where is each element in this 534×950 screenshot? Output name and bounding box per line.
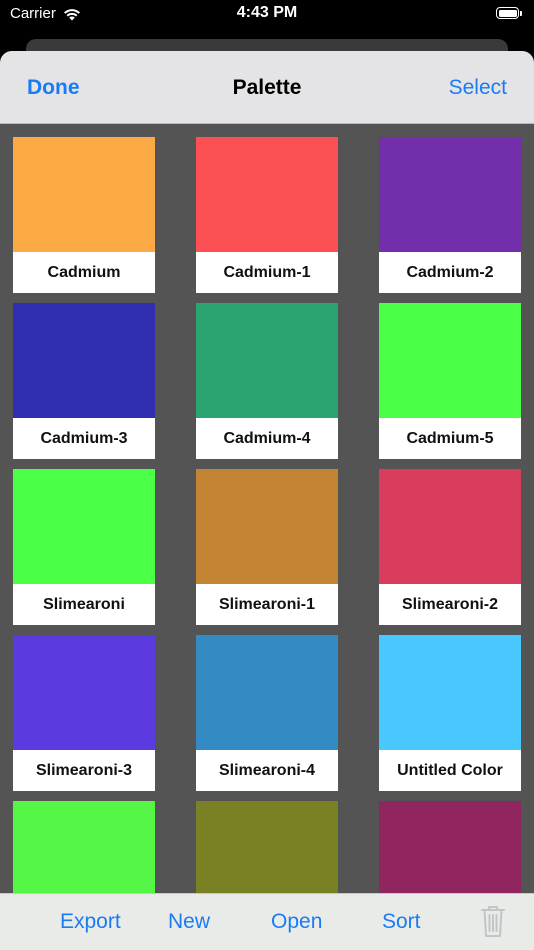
swatch-label: Slimearoni-4 <box>196 750 338 791</box>
trash-icon[interactable] <box>480 904 506 938</box>
swatch-color[interactable] <box>196 137 338 252</box>
status-time: 4:43 PM <box>236 4 298 21</box>
swatch-color[interactable] <box>13 137 155 252</box>
swatch-label: Cadmium-4 <box>196 418 338 459</box>
swatch-item[interactable]: Slimearoni-1 <box>196 469 338 625</box>
swatch-label: Slimearoni-1 <box>196 584 338 625</box>
open-button[interactable]: Open <box>271 910 322 934</box>
swatch-label: Slimearoni <box>13 584 155 625</box>
swatch-color[interactable] <box>13 635 155 750</box>
select-button[interactable]: Select <box>449 76 507 100</box>
swatch-color[interactable] <box>379 137 521 252</box>
swatch-color[interactable] <box>196 635 338 750</box>
status-bar: Carrier 4:43 PM <box>0 0 534 30</box>
swatch-item[interactable]: Cadmium-5 <box>379 303 521 459</box>
swatch-label: Untitled Color <box>379 750 521 791</box>
swatch-color[interactable] <box>13 469 155 584</box>
palette-sheet: Done Palette Select Cadmium Cadmium-1 Cadm… <box>0 51 534 950</box>
sort-button[interactable]: Sort <box>382 910 421 934</box>
export-button[interactable]: Export <box>60 910 121 934</box>
swatch-color[interactable] <box>379 469 521 584</box>
swatch-item[interactable]: Cadmium-2 <box>379 137 521 293</box>
swatch-label: Cadmium-2 <box>379 252 521 293</box>
swatch-label: Cadmium-1 <box>196 252 338 293</box>
swatch-grid: Cadmium Cadmium-1 Cadmium-2 Cadmium-3 Cadmiu… <box>13 137 521 950</box>
swatch-item[interactable]: Slimearoni-4 <box>196 635 338 791</box>
toolbar: Export New Open Sort <box>0 893 534 950</box>
swatch-color[interactable] <box>196 469 338 584</box>
swatch-item[interactable]: Slimearoni-3 <box>13 635 155 791</box>
swatch-label: Slimearoni-3 <box>13 750 155 791</box>
swatch-item[interactable]: Cadmium-4 <box>196 303 338 459</box>
swatch-color[interactable] <box>13 303 155 418</box>
swatch-item[interactable]: Slimearoni <box>13 469 155 625</box>
swatch-color[interactable] <box>379 635 521 750</box>
swatch-label: Slimearoni-2 <box>379 584 521 625</box>
swatch-label: Cadmium-3 <box>13 418 155 459</box>
swatch-item[interactable]: Untitled Color <box>379 635 521 791</box>
swatch-color[interactable] <box>379 303 521 418</box>
swatch-label: Cadmium <box>13 252 155 293</box>
battery-icon <box>496 7 524 21</box>
nav-bar: Done Palette Select <box>0 51 534 124</box>
swatch-item[interactable]: Cadmium <box>13 137 155 293</box>
battery-fill <box>498 9 517 17</box>
swatch-item[interactable]: Slimearoni-2 <box>379 469 521 625</box>
swatch-item[interactable]: Cadmium-1 <box>196 137 338 293</box>
new-button[interactable]: New <box>168 910 210 934</box>
swatch-label: Cadmium-5 <box>379 418 521 459</box>
swatch-color[interactable] <box>196 303 338 418</box>
swatch-item[interactable]: Cadmium-3 <box>13 303 155 459</box>
